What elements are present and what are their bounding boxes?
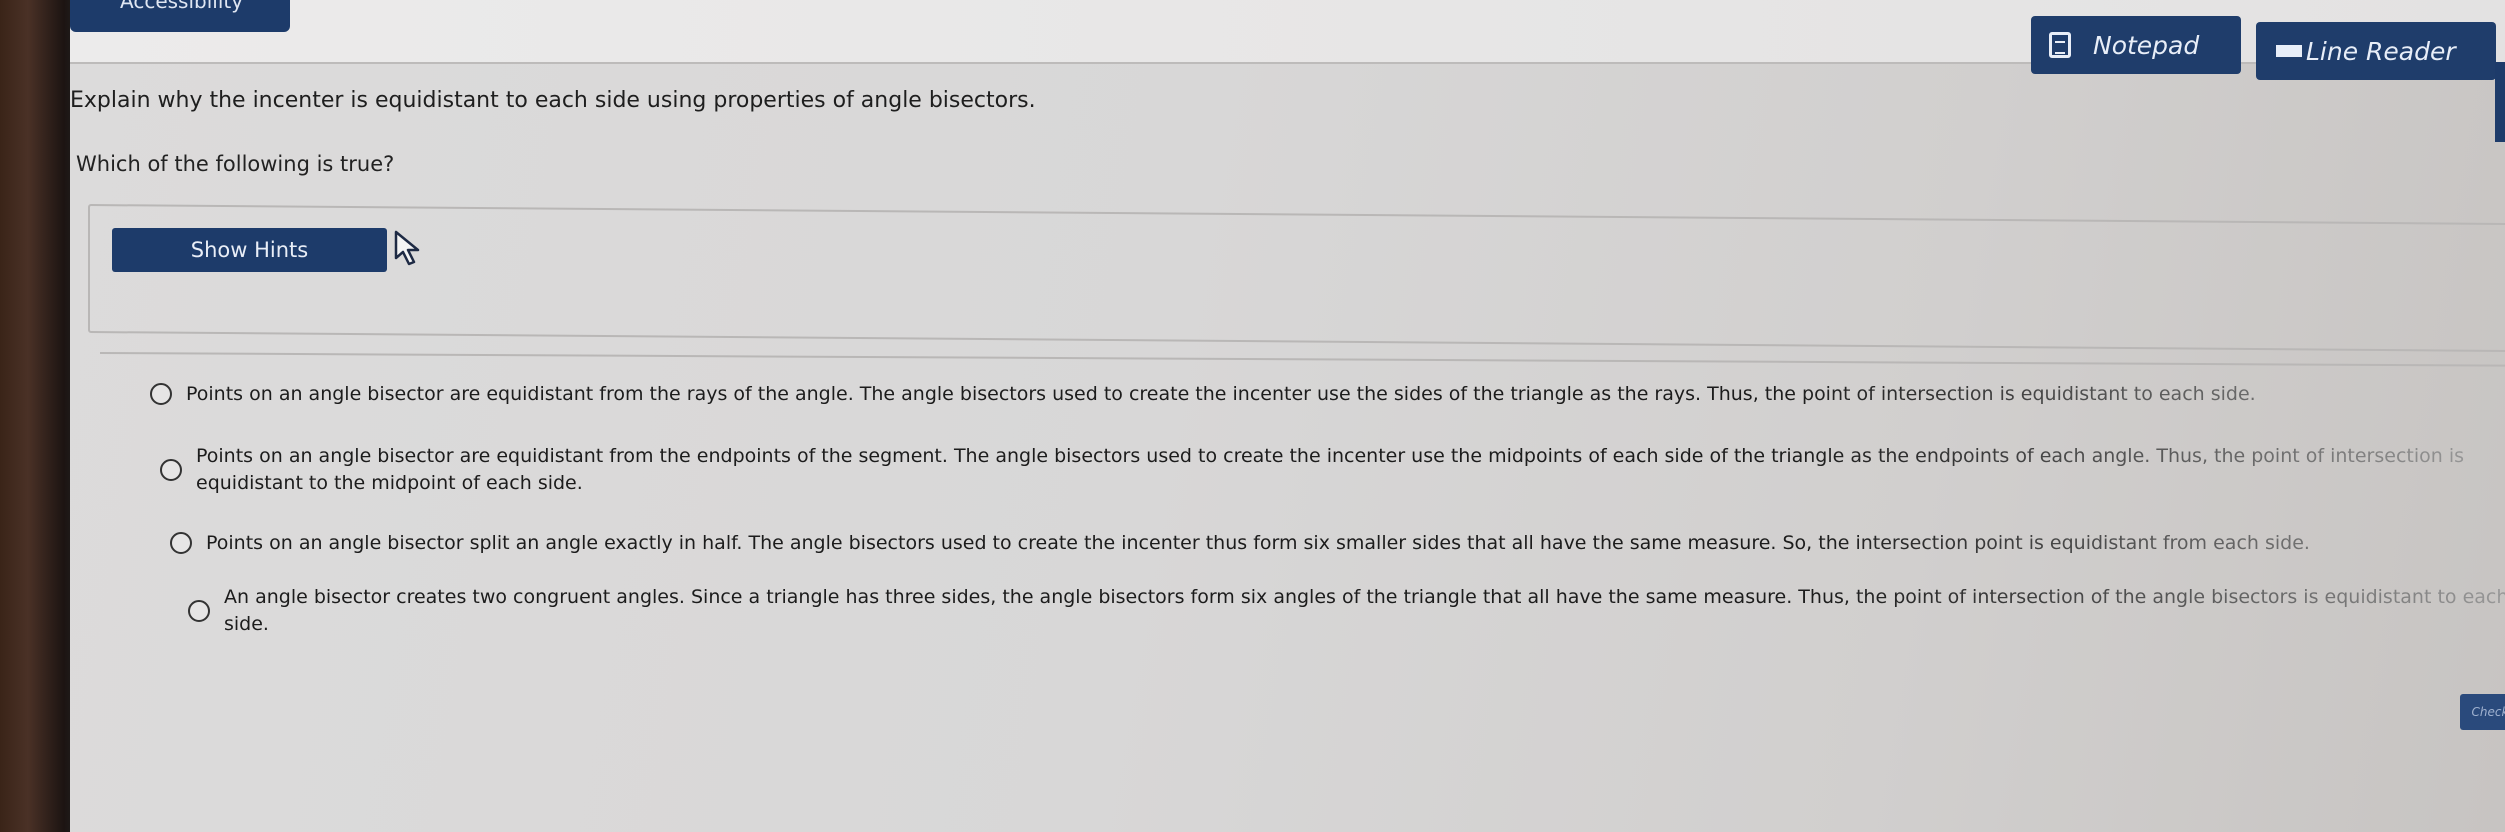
radio-button[interactable] <box>160 459 182 481</box>
section-divider <box>99 352 2505 367</box>
assessment-page: Accessibility Notepad Line Reader Explai… <box>70 0 2505 832</box>
notepad-button[interactable]: Notepad <box>2031 16 2241 74</box>
line-reader-label: Line Reader <box>2306 36 2456 66</box>
line-reader-button[interactable]: Line Reader <box>2256 22 2496 80</box>
check-button[interactable]: Check <box>2460 694 2505 730</box>
mouse-cursor-icon <box>394 230 420 266</box>
option-text: Points on an angle bisector split an ang… <box>206 530 2496 557</box>
answer-option-2[interactable]: Points on an angle bisector are equidist… <box>160 443 2486 497</box>
show-hints-button[interactable]: Show Hints <box>112 228 387 272</box>
radio-button[interactable] <box>150 383 172 405</box>
answer-option-1[interactable]: Points on an angle bisector are equidist… <box>150 381 2476 408</box>
question-prompt: Explain why the incenter is equidistant … <box>70 88 1036 113</box>
radio-button[interactable] <box>170 532 192 554</box>
accessibility-button[interactable]: Accessibility <box>70 0 290 32</box>
answer-option-3[interactable]: Points on an angle bisector split an ang… <box>170 530 2496 557</box>
notepad-icon <box>2049 32 2071 58</box>
option-text: Points on an angle bisector are equidist… <box>196 443 2486 497</box>
side-tab <box>2495 62 2505 142</box>
question-subprompt: Which of the following is true? <box>76 152 395 176</box>
line-reader-icon <box>2276 45 2302 57</box>
answer-option-4[interactable]: An angle bisector creates two congruent … <box>188 584 2505 638</box>
radio-button[interactable] <box>188 600 210 622</box>
hints-panel <box>88 204 2505 353</box>
option-text: An angle bisector creates two congruent … <box>224 584 2505 638</box>
screen: Accessibility Notepad Line Reader Explai… <box>0 0 2505 832</box>
option-text: Points on an angle bisector are equidist… <box>186 381 2476 408</box>
notepad-label: Notepad <box>2093 30 2200 60</box>
monitor-bezel <box>0 0 80 832</box>
accessibility-label: Accessibility <box>120 0 244 13</box>
